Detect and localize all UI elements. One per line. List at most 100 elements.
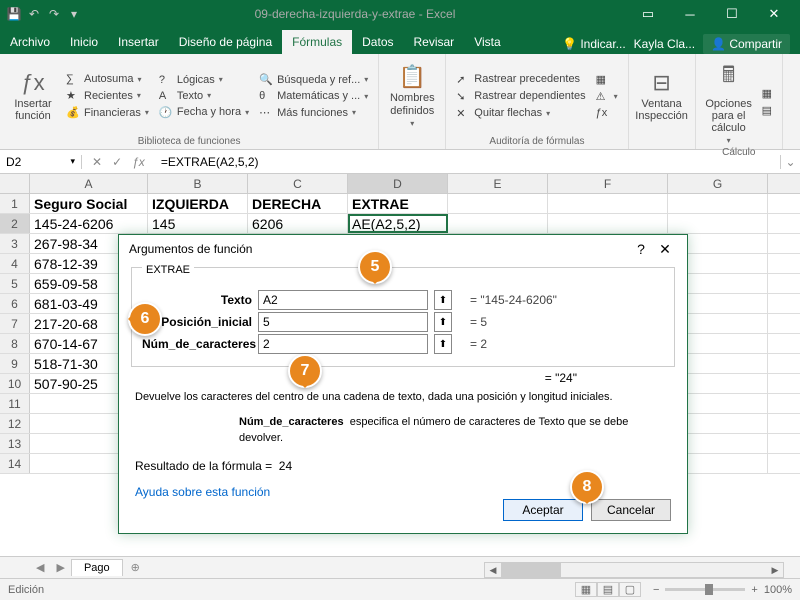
fx-icon[interactable]: ƒx <box>132 155 145 169</box>
error-check-icon[interactable]: ⚠ <box>594 89 620 104</box>
zoom-control[interactable]: − + 100% <box>653 584 792 596</box>
col-header[interactable]: F <box>548 174 668 193</box>
defined-names-button[interactable]: 📋 Nombres definidos <box>387 58 437 134</box>
texto-input[interactable] <box>258 290 428 310</box>
cell[interactable] <box>448 194 548 213</box>
ribbon-options-icon[interactable]: ▭ <box>628 0 668 28</box>
cell[interactable] <box>668 194 768 213</box>
col-header[interactable]: B <box>148 174 248 193</box>
sheet-nav-next-icon[interactable]: ▶ <box>50 561 70 574</box>
cancel-formula-icon[interactable]: ✕ <box>92 155 102 169</box>
row-header[interactable]: 10 <box>0 374 30 393</box>
cell[interactable]: 145-24-6206 <box>30 214 148 233</box>
row-header[interactable]: 14 <box>0 454 30 473</box>
logic-button[interactable]: ?Lógicas <box>157 73 251 87</box>
close-dialog-icon[interactable]: ✕ <box>653 241 677 258</box>
cell[interactable]: 6206 <box>248 214 348 233</box>
share-button[interactable]: 👤 Compartir <box>703 34 790 54</box>
zoom-out-icon[interactable]: − <box>653 584 659 596</box>
col-header[interactable]: E <box>448 174 548 193</box>
text-button[interactable]: ATexto <box>157 89 251 103</box>
col-header[interactable]: G <box>668 174 768 193</box>
enter-formula-icon[interactable]: ✓ <box>112 155 122 169</box>
sheet-nav-prev-icon[interactable]: ◀ <box>30 561 50 574</box>
tab-archivo[interactable]: Archivo <box>0 30 60 54</box>
row-header[interactable]: 1 <box>0 194 30 213</box>
row-header[interactable]: 3 <box>0 234 30 253</box>
help-icon[interactable]: ? <box>629 241 653 257</box>
cell[interactable] <box>548 214 668 233</box>
zoom-in-icon[interactable]: + <box>751 584 757 596</box>
watch-window-button[interactable]: ⊟Ventana Inspección <box>637 58 687 134</box>
col-header[interactable]: C <box>248 174 348 193</box>
tab-datos[interactable]: Datos <box>352 30 403 54</box>
tab-vista[interactable]: Vista <box>464 30 510 54</box>
cell[interactable]: DERECHA <box>248 194 348 213</box>
cell[interactable] <box>668 214 768 233</box>
evaluate-icon[interactable]: ƒx <box>594 106 620 120</box>
ref-picker-icon[interactable]: ⬆ <box>434 334 452 354</box>
calc-options-button[interactable]: 🖩Opciones para el cálculo <box>704 58 754 145</box>
row-header[interactable]: 5 <box>0 274 30 293</box>
cell[interactable]: AE(A2,5,2) <box>348 214 448 233</box>
row-header[interactable]: 13 <box>0 434 30 453</box>
qat-dropdown-icon[interactable]: ▾ <box>66 7 82 21</box>
lookup-button[interactable]: 🔍Búsqueda y ref... <box>257 72 370 87</box>
sheet-tab[interactable]: Pago <box>71 559 123 576</box>
view-buttons[interactable]: ▦▤▢ <box>575 582 641 597</box>
cell[interactable]: IZQUIERDA <box>148 194 248 213</box>
col-header[interactable]: D <box>348 174 448 193</box>
tab-inicio[interactable]: Inicio <box>60 30 108 54</box>
tell-me[interactable]: 💡 Indicar... <box>562 37 626 51</box>
user-name[interactable]: Kayla Cla... <box>634 37 695 51</box>
cell[interactable] <box>448 214 548 233</box>
tab-insertar[interactable]: Insertar <box>108 30 169 54</box>
row-header[interactable]: 7 <box>0 314 30 333</box>
recent-button[interactable]: ★Recientes <box>64 88 151 103</box>
trace-dependents-button[interactable]: ➘Rastrear dependientes <box>454 89 587 104</box>
zoom-level[interactable]: 100% <box>764 584 792 596</box>
row-header[interactable]: 8 <box>0 334 30 353</box>
expand-formula-icon[interactable]: ⌄ <box>780 155 800 169</box>
undo-icon[interactable]: ↶ <box>26 7 42 21</box>
date-button[interactable]: 🕐Fecha y hora <box>157 105 251 120</box>
financial-button[interactable]: 💰Financieras <box>64 105 151 120</box>
tab-formulas[interactable]: Fórmulas <box>282 30 352 54</box>
name-box[interactable]: D2▾ <box>0 155 82 169</box>
cell[interactable]: Seguro Social <box>30 194 148 213</box>
calc-sheet-icon[interactable]: ▤ <box>760 103 774 118</box>
row-header[interactable]: 11 <box>0 394 30 413</box>
zoom-slider[interactable] <box>665 588 745 591</box>
select-all-corner[interactable] <box>0 174 30 193</box>
cancel-button[interactable]: Cancelar <box>591 499 671 521</box>
pos-input[interactable] <box>258 312 428 332</box>
cell[interactable] <box>548 194 668 213</box>
show-formulas-icon[interactable]: ▦ <box>594 72 620 87</box>
ref-picker-icon[interactable]: ⬆ <box>434 312 452 332</box>
tab-diseno[interactable]: Diseño de página <box>169 30 282 54</box>
trace-precedents-button[interactable]: ➚Rastrear precedentes <box>454 72 587 87</box>
row-header[interactable]: 12 <box>0 414 30 433</box>
calc-now-icon[interactable]: ▦ <box>760 86 774 101</box>
row-header[interactable]: 9 <box>0 354 30 373</box>
row-header[interactable]: 6 <box>0 294 30 313</box>
ok-button[interactable]: Aceptar <box>503 499 583 521</box>
new-sheet-icon[interactable]: ⊕ <box>123 561 148 574</box>
minimize-icon[interactable]: ─ <box>670 0 710 28</box>
insert-function-button[interactable]: ƒx Insertar función <box>8 58 58 134</box>
cell[interactable]: 145 <box>148 214 248 233</box>
remove-arrows-button[interactable]: ✕Quitar flechas <box>454 106 587 121</box>
math-button[interactable]: θMatemáticas y ... <box>257 89 370 103</box>
num-input[interactable] <box>258 334 428 354</box>
row-header[interactable]: 2 <box>0 214 30 233</box>
autosum-button[interactable]: ∑Autosuma <box>64 72 151 86</box>
horizontal-scrollbar[interactable]: ◀▶ <box>484 562 784 578</box>
more-button[interactable]: ⋯Más funciones <box>257 105 370 120</box>
col-header[interactable]: A <box>30 174 148 193</box>
cell[interactable]: EXTRAE <box>348 194 448 213</box>
maximize-icon[interactable]: ☐ <box>712 0 752 28</box>
save-icon[interactable]: 💾 <box>6 7 22 21</box>
close-icon[interactable]: ✕ <box>754 0 794 28</box>
formula-input[interactable]: =EXTRAE(A2,5,2) <box>155 155 780 169</box>
tab-revisar[interactable]: Revisar <box>404 30 465 54</box>
